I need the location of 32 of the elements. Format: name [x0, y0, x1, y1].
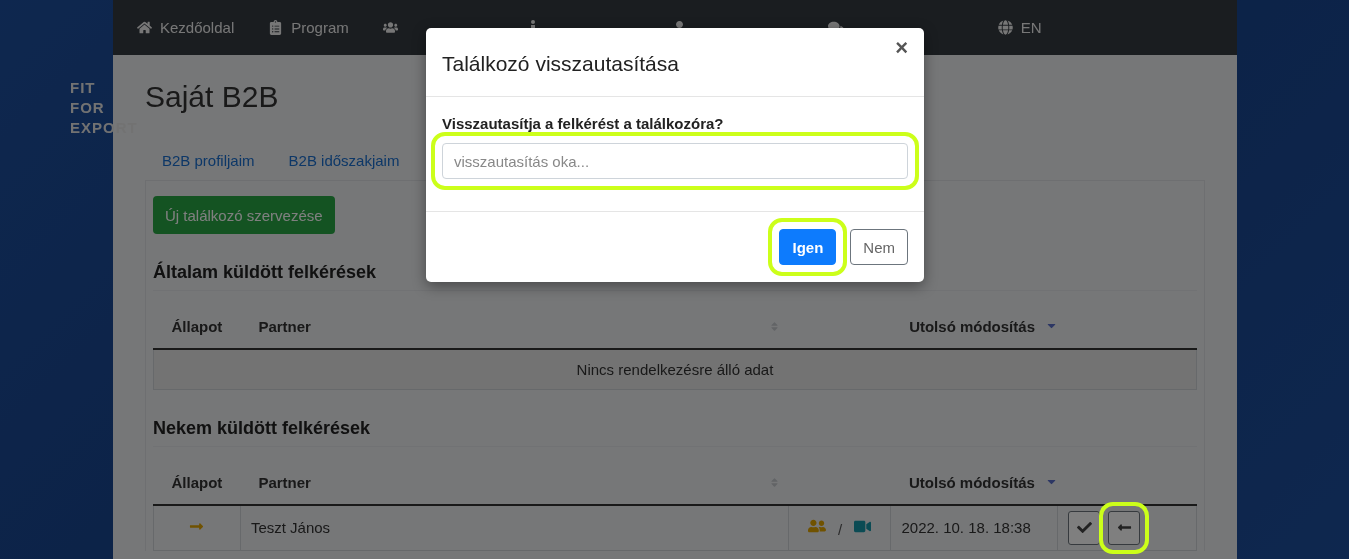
section-title: Általam küldött felkérések: [153, 260, 377, 284]
globe-icon: [997, 20, 1013, 35]
column-header: Állapot: [171, 473, 223, 491]
column-header[interactable]: Utolsó módosítás: [909, 473, 1035, 491]
column-header[interactable]: Partner: [258, 473, 311, 491]
tab[interactable]: B2B profiljaim: [145, 145, 272, 176]
close-button[interactable]: ×: [895, 38, 908, 58]
column-header[interactable]: Utolsó módosítás: [909, 318, 1035, 335]
empty-message: Nincs rendelkezésre álló adat: [153, 349, 1197, 389]
column-header: Állapot: [171, 318, 223, 335]
no-button[interactable]: Nem: [850, 229, 908, 265]
column-header[interactable]: Partner: [258, 318, 311, 335]
page-title: Saját B2B: [145, 79, 279, 115]
table-cell: 2022. 10. 18. 18:38: [891, 504, 1058, 551]
table-cell: /: [788, 504, 891, 551]
new-meeting-button[interactable]: Új találkozó szervezése: [153, 196, 335, 234]
question-label: Visszautasítja a felkérést a találkozóra?: [442, 115, 725, 132]
home-icon: [137, 20, 152, 35]
check-icon: [1076, 520, 1092, 536]
table-cell: Teszt János: [240, 504, 789, 551]
section-title: Nekem küldött felkérések: [153, 416, 371, 440]
accept-button[interactable]: [1068, 510, 1101, 545]
tab[interactable]: B2B időszakjaim: [271, 145, 417, 176]
nav-link[interactable]: Kezdőoldal: [137, 19, 235, 36]
nav-link[interactable]: Program: [268, 19, 349, 36]
users-icon: [382, 20, 398, 35]
back-button[interactable]: [1108, 510, 1141, 545]
modal-title: Találkozó visszautasítása: [442, 51, 679, 77]
clipboard-icon: [268, 20, 284, 35]
nav-link[interactable]: EN: [997, 19, 1042, 36]
reason-input-field[interactable]: visszautasítás oka...: [442, 143, 908, 179]
yes-button[interactable]: Igen: [779, 229, 837, 265]
